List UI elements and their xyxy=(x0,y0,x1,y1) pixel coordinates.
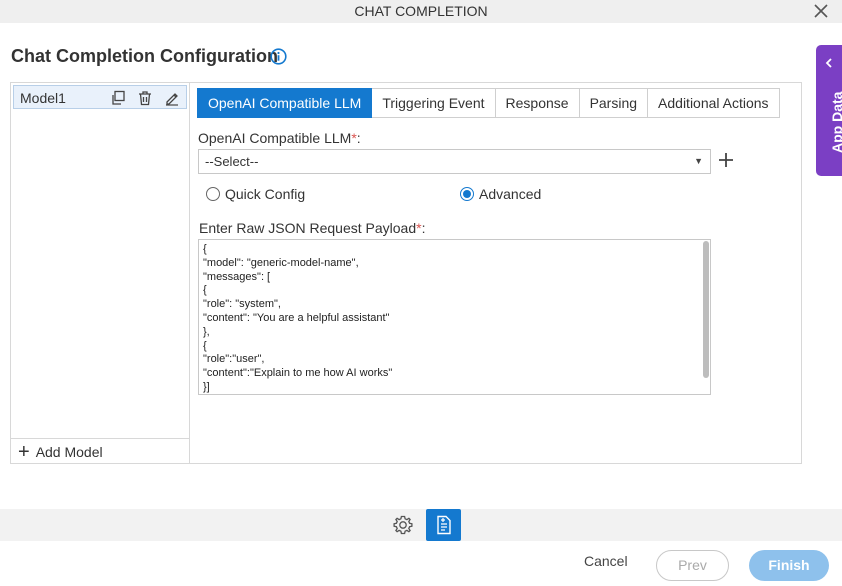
window-titlebar: CHAT COMPLETION xyxy=(0,0,842,23)
tab-parsing[interactable]: Parsing xyxy=(579,88,649,118)
bottom-toolbar xyxy=(0,509,842,541)
page-title: Chat Completion Configuration xyxy=(11,46,278,66)
payload-label-text: Enter Raw JSON Request Payload xyxy=(199,220,417,236)
radio-checked-icon xyxy=(460,187,474,201)
payload-line: { xyxy=(203,243,207,255)
json-payload-textarea[interactable]: { "model": "generic-model-name", "messag… xyxy=(198,239,711,395)
llm-label-text: OpenAI Compatible LLM xyxy=(198,130,352,146)
tab-response[interactable]: Response xyxy=(495,88,580,118)
info-icon[interactable] xyxy=(270,48,287,65)
payload-scrollbar[interactable] xyxy=(703,241,709,378)
payload-line: }] xyxy=(203,380,210,393)
tab-openai-compatible-llm[interactable]: OpenAI Compatible LLM xyxy=(197,88,373,118)
radio-advanced-label: Advanced xyxy=(479,186,542,202)
plus-icon: + xyxy=(18,441,30,463)
prev-button[interactable]: Prev xyxy=(656,550,729,581)
divider xyxy=(11,438,190,439)
tab-triggering-event[interactable]: Triggering Event xyxy=(372,88,496,118)
model-item-label: Model1 xyxy=(20,90,66,106)
add-model-label: Add Model xyxy=(35,444,103,460)
payload-line: }, xyxy=(203,325,210,338)
label-colon: : xyxy=(356,130,361,146)
finish-button[interactable]: Finish xyxy=(749,550,829,581)
radio-advanced[interactable]: Advanced xyxy=(460,185,541,203)
label-colon: : xyxy=(421,220,426,236)
tab-bar: OpenAI Compatible LLM Triggering Event R… xyxy=(197,88,780,118)
llm-select[interactable]: --Select-- ▼ xyxy=(198,149,711,174)
document-settings-button[interactable] xyxy=(426,509,461,541)
app-data-label: App Data xyxy=(829,91,842,153)
close-icon[interactable] xyxy=(812,2,830,20)
llm-field-label: OpenAI Compatible LLM*: xyxy=(198,130,361,146)
payload-field-label: Enter Raw JSON Request Payload*: xyxy=(199,220,425,236)
document-icon xyxy=(437,515,451,535)
payload-line: { xyxy=(203,284,207,297)
edit-icon[interactable] xyxy=(164,90,180,106)
delete-icon[interactable] xyxy=(137,90,153,106)
payload-line: "content": "You are a helpful assistant" xyxy=(203,311,390,324)
payload-line: { xyxy=(203,339,207,352)
model-list-item[interactable]: Model1 xyxy=(13,85,187,109)
add-model-button[interactable]: + Add Model xyxy=(18,441,103,463)
payload-line: "model": "generic-model-name", xyxy=(203,256,359,269)
payload-line: "messages": [ xyxy=(203,270,271,283)
add-icon[interactable] xyxy=(717,151,735,169)
tab-additional-actions[interactable]: Additional Actions xyxy=(648,88,780,118)
copy-icon[interactable] xyxy=(110,90,126,106)
cancel-button[interactable]: Cancel xyxy=(584,553,628,569)
model-list-pane xyxy=(11,83,190,463)
radio-quick-config-label: Quick Config xyxy=(225,186,306,202)
chevron-left-icon xyxy=(825,58,832,68)
caret-down-icon: ▼ xyxy=(694,156,703,166)
gear-icon[interactable] xyxy=(391,513,415,537)
app-data-panel-toggle[interactable]: App Data xyxy=(816,45,842,176)
payload-line: "role": "system", xyxy=(203,298,281,311)
radio-unchecked-icon xyxy=(206,187,220,201)
window-title: CHAT COMPLETION xyxy=(354,3,488,19)
radio-quick-config[interactable]: Quick Config xyxy=(206,185,305,203)
payload-line: "role":"user", xyxy=(203,353,265,366)
llm-select-value: --Select-- xyxy=(205,154,259,169)
payload-line: "content":"Explain to me how AI works" xyxy=(203,367,393,380)
